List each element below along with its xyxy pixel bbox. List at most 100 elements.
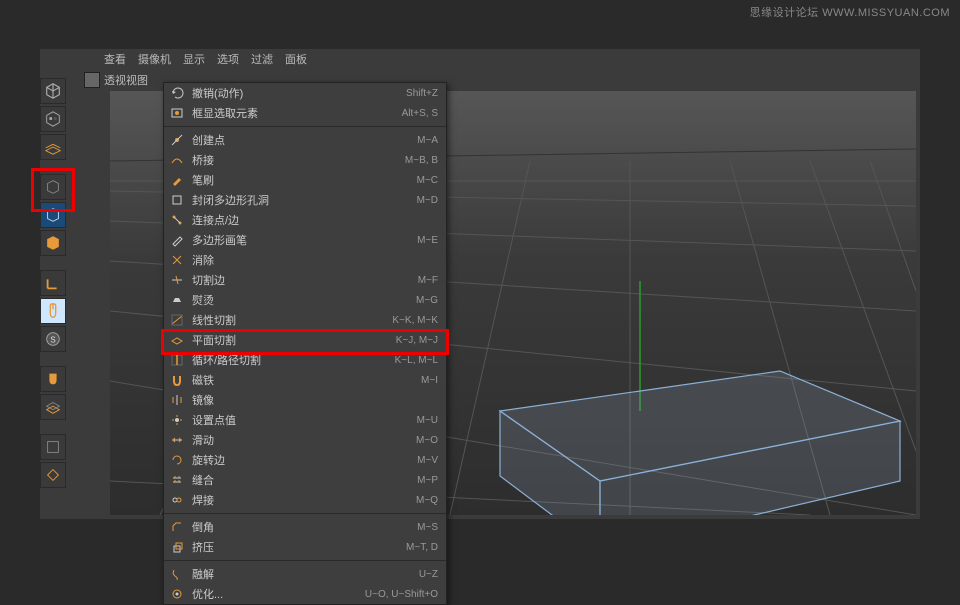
setpoint-icon (168, 412, 186, 428)
tool-axis[interactable] (40, 270, 66, 296)
toolbar-separator (40, 258, 66, 268)
context-menu-label: 框显选取元素 (192, 105, 402, 121)
context-menu-separator (164, 560, 446, 561)
context-menu-label: 连接点/边 (192, 212, 438, 228)
context-menu-item[interactable]: 挤压M~T, D (164, 537, 446, 557)
extrude-icon (168, 539, 186, 555)
context-menu-shortcut: M~T, D (406, 542, 438, 553)
tool-polygon[interactable] (40, 230, 66, 256)
tool-edge[interactable] (40, 202, 66, 228)
brush-icon (168, 172, 186, 188)
context-menu-item[interactable]: 平面切割K~J, M~J (164, 330, 446, 350)
frame-icon (168, 105, 186, 121)
context-menu-item[interactable]: 镜像 (164, 390, 446, 410)
viewport-title-row: 透视视图 (84, 71, 148, 89)
context-menu-item[interactable]: 循环/路径切割K~L, M~L (164, 350, 446, 370)
cube-object[interactable] (480, 281, 916, 515)
context-menu-label: 焊接 (192, 492, 416, 508)
point-icon (168, 132, 186, 148)
menu-camera[interactable]: 摄像机 (138, 51, 171, 67)
context-menu-item[interactable]: 优化...U~O, U~Shift+O (164, 584, 446, 604)
iron-icon (168, 292, 186, 308)
context-menu-label: 融解 (192, 566, 419, 582)
tool-snap[interactable]: S (40, 326, 66, 352)
context-menu-item[interactable]: 连接点/边 (164, 210, 446, 230)
context-menu-item[interactable]: 融解U~Z (164, 564, 446, 584)
context-menu-item[interactable]: 创建点M~A (164, 130, 446, 150)
menu-view[interactable]: 查看 (104, 51, 126, 67)
context-menu-item[interactable]: 桥接M~B, B (164, 150, 446, 170)
bevel-icon (168, 519, 186, 535)
context-menu-label: 镜像 (192, 392, 438, 408)
context-menu-item[interactable]: 消除 (164, 250, 446, 270)
menu-options[interactable]: 选项 (217, 51, 239, 67)
context-menu-label: 挤压 (192, 539, 406, 555)
context-menu-shortcut: K~J, M~J (396, 335, 438, 346)
context-menu-item[interactable]: 缝合M~P (164, 470, 446, 490)
context-menu-separator (164, 513, 446, 514)
toolbar-separator (40, 354, 66, 364)
polypen-icon (168, 232, 186, 248)
menu-panel[interactable]: 面板 (285, 51, 307, 67)
tool-misc2[interactable] (40, 462, 66, 488)
menu-filter[interactable]: 过滤 (251, 51, 273, 67)
watermark-text: 思缘设计论坛 WWW.MISSYUAN.COM (750, 4, 950, 20)
loop-cut-icon (168, 352, 186, 368)
context-menu-shortcut: M~V (417, 455, 438, 466)
context-menu-item[interactable]: 框显选取元素Alt+S, S (164, 103, 446, 123)
context-menu-item[interactable]: 撤销(动作)Shift+Z (164, 83, 446, 103)
context-menu-item[interactable]: 设置点值M~U (164, 410, 446, 430)
weld-icon (168, 492, 186, 508)
stitch-icon (168, 472, 186, 488)
tool-mouse[interactable] (40, 298, 66, 324)
tool-workplane[interactable] (40, 394, 66, 420)
optimize-icon (168, 586, 186, 602)
context-menu-label: 创建点 (192, 132, 417, 148)
context-menu-label: 多边形画笔 (192, 232, 417, 248)
close-icon (168, 192, 186, 208)
context-menu-item[interactable]: 多边形画笔M~E (164, 230, 446, 250)
context-menu-shortcut: Shift+Z (406, 88, 438, 99)
context-menu-shortcut: M~E (417, 235, 438, 246)
context-menu-shortcut: U~Z (419, 569, 438, 580)
context-menu-item[interactable]: 磁铁M~I (164, 370, 446, 390)
context-menu-shortcut: K~L, M~L (395, 355, 438, 366)
context-menu-item[interactable]: 封闭多边形孔洞M~D (164, 190, 446, 210)
plane-cut-icon (168, 332, 186, 348)
context-menu-label: 循环/路径切割 (192, 352, 395, 368)
context-menu-shortcut: M~Q (416, 495, 438, 506)
context-menu-label: 消除 (192, 252, 438, 268)
menu-display[interactable]: 显示 (183, 51, 205, 67)
context-menu-label: 熨烫 (192, 292, 416, 308)
context-menu-shortcut: M~D (417, 195, 438, 206)
viewport-icon (84, 72, 100, 88)
context-menu-label: 旋转边 (192, 452, 417, 468)
tool-misc1[interactable] (40, 434, 66, 460)
context-menu-shortcut: M~G (416, 295, 438, 306)
rotate-icon (168, 452, 186, 468)
tool-magnet[interactable] (40, 366, 66, 392)
context-menu-shortcut: M~S (417, 522, 438, 533)
context-menu-item[interactable]: 笔刷M~C (164, 170, 446, 190)
context-menu-item[interactable]: 切割边M~F (164, 270, 446, 290)
tool-checker[interactable] (40, 106, 66, 132)
dissolve-icon (168, 252, 186, 268)
context-menu-label: 滑动 (192, 432, 416, 448)
undo-icon (168, 85, 186, 101)
context-menu-label: 封闭多边形孔洞 (192, 192, 417, 208)
context-menu-item[interactable]: 滑动M~O (164, 430, 446, 450)
context-menu-label: 设置点值 (192, 412, 417, 428)
tool-cube[interactable] (40, 78, 66, 104)
tool-floor[interactable] (40, 134, 66, 160)
left-toolbar: S (40, 78, 66, 488)
context-menu-item[interactable]: 焊接M~Q (164, 490, 446, 510)
context-menu-item[interactable]: 旋转边M~V (164, 450, 446, 470)
context-menu-item[interactable]: 熨烫M~G (164, 290, 446, 310)
context-menu-item[interactable]: 线性切割K~K, M~K (164, 310, 446, 330)
context-menu-label: 笔刷 (192, 172, 417, 188)
context-menu-item[interactable]: 倒角M~S (164, 517, 446, 537)
context-menu-shortcut: M~I (421, 375, 438, 386)
viewport-menubar: 查看 摄像机 显示 选项 过滤 面板 (98, 49, 313, 69)
cutedge-icon (168, 272, 186, 288)
tool-model[interactable] (40, 174, 66, 200)
